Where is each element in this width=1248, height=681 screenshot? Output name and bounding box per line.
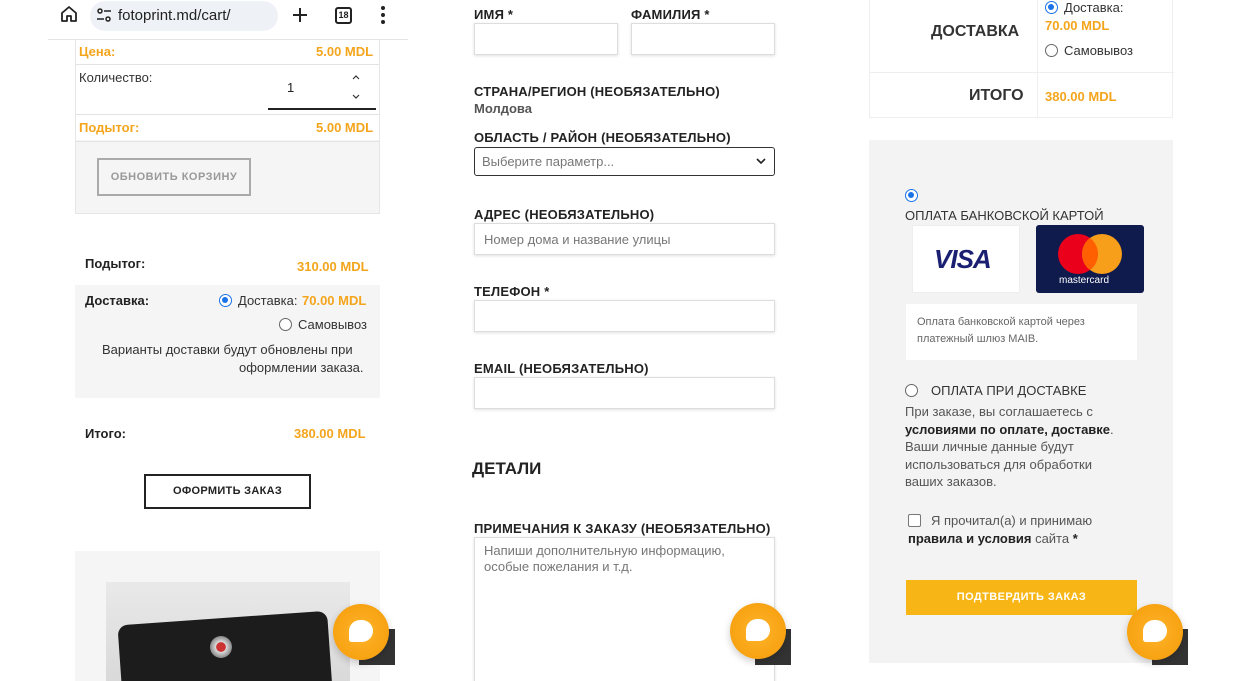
wallet-logo-image	[210, 636, 232, 658]
divider	[76, 141, 379, 142]
order-review-column: ДОСТАВКА Доставка: 70.00 MDL Самовывоз И…	[858, 0, 1208, 681]
terms-checkbox[interactable]	[908, 514, 921, 527]
terms-suffix: сайта	[1031, 531, 1073, 546]
url-text[interactable]: fotoprint.md/cart/	[118, 7, 231, 24]
new-tab-icon[interactable]	[291, 6, 309, 24]
email-field[interactable]	[474, 377, 775, 409]
quantity-value[interactable]: 1	[287, 80, 294, 95]
checkout-form-column: ИМЯ * ФАМИЛИЯ * СТРАНА/РЕГИОН (НЕОБЯЗАТЕ…	[460, 0, 805, 681]
notes-placeholder-line2: особые пожелания и т.д.	[484, 559, 633, 574]
address-field[interactable]: Номер дома и название улицы	[474, 223, 775, 255]
price-value: 5.00 MDL	[316, 44, 374, 59]
review-pickup-option[interactable]: Самовывоз	[1064, 43, 1133, 58]
chat-icon	[1143, 620, 1167, 642]
card-info-line2: платежный шлюз MAIB.	[917, 333, 1039, 345]
shipping-pickup-radio[interactable]	[279, 318, 292, 331]
cod-payment-radio[interactable]	[905, 384, 918, 397]
browser-toolbar: fotoprint.md/cart/ 18	[48, 0, 408, 40]
shipping-label: Доставка:	[85, 293, 150, 308]
phone-field[interactable]	[474, 300, 775, 332]
divider	[76, 64, 379, 65]
shipping-delivery-price: 70.00 MDL	[302, 293, 367, 308]
privacy-policy-link[interactable]: условиями по оплате, доставке	[905, 422, 1110, 437]
first-name-field[interactable]	[474, 23, 618, 55]
region-select[interactable]: Выберите параметр...	[474, 147, 775, 176]
chat-icon	[746, 619, 770, 641]
email-label: EMAIL (НЕОБЯЗАТЕЛЬНО)	[474, 361, 649, 376]
item-subtotal-label: Подытог:	[79, 120, 140, 135]
cod-payment-option[interactable]: ОПЛАТА ПРИ ДОСТАВКЕ	[931, 383, 1086, 398]
region-label: ОБЛАСТЬ / РАЙОН (НЕОБЯЗАТЕЛЬНО)	[474, 130, 731, 145]
cart-total-value: 380.00 MDL	[294, 426, 366, 441]
delivery-label: ДОСТАВКА	[931, 23, 1020, 40]
site-settings-icon[interactable]	[96, 7, 112, 23]
details-heading: ДЕТАЛИ	[472, 459, 542, 478]
mastercard-logo-text: mastercard	[1059, 275, 1110, 286]
more-menu-icon[interactable]	[380, 5, 386, 25]
terms-required-mark: *	[1072, 531, 1078, 546]
mastercard-logo: mastercard	[1036, 225, 1144, 293]
divider	[76, 114, 379, 115]
terms-link[interactable]: правила и условия	[908, 531, 1031, 546]
card-payment-info: Оплата банковской картой через платежный…	[906, 304, 1137, 360]
confirm-order-button[interactable]: ПОДТВЕРДИТЬ ЗАКАЗ	[906, 580, 1137, 615]
last-name-field[interactable]	[631, 23, 775, 55]
order-notes-label: ПРИМЕЧАНИЯ К ЗАКАЗУ (НЕОБЯЗАТЕЛЬНО)	[474, 521, 771, 536]
country-label: СТРАНА/РЕГИОН (НЕОБЯЗАТЕЛЬНО)	[474, 84, 720, 99]
review-delivery-price: 70.00 MDL	[1045, 18, 1110, 33]
chat-button[interactable]	[1127, 604, 1183, 660]
quantity-label: Количество:	[79, 70, 153, 85]
terms-prefix: Я прочитал(а) и принимаю	[931, 513, 1093, 528]
review-total-label: ИТОГО	[969, 87, 1024, 104]
review-delivery-radio[interactable]	[1045, 1, 1058, 14]
cart-subtotal-label: Подытог:	[85, 256, 146, 271]
privacy-text: При заказе, вы соглашаетесь с условиями …	[905, 403, 1145, 491]
last-name-label: ФАМИЛИЯ *	[631, 7, 710, 22]
quantity-stepper[interactable]: 1	[268, 68, 376, 110]
cart-total-label: Итого:	[85, 426, 126, 441]
chat-icon	[349, 620, 373, 642]
card-payment-radio[interactable]	[905, 189, 918, 202]
card-info-line1: Оплата банковской картой через	[917, 316, 1085, 328]
card-payment-option[interactable]: ОПЛАТА БАНКОВСКОЙ КАРТОЙ	[905, 208, 1104, 223]
privacy-line3: Ваши личные данные будут	[905, 439, 1074, 454]
review-pickup-radio[interactable]	[1045, 44, 1058, 57]
tabs-count-button[interactable]: 18	[335, 7, 352, 24]
privacy-line1: При заказе, вы соглашаетесь с	[905, 404, 1093, 419]
home-icon[interactable]	[60, 5, 78, 23]
visa-logo: VISA	[912, 225, 1020, 293]
update-cart-button[interactable]: ОБНОВИТЬ КОРЗИНУ	[97, 158, 251, 196]
notes-placeholder-line1: Напиши дополнительную информацию,	[484, 543, 725, 558]
shipping-pickup-option[interactable]: Самовывоз	[298, 317, 367, 332]
mastercard-circles-icon	[1058, 234, 1122, 274]
order-notes-field[interactable]: Напиши дополнительную информацию, особые…	[474, 537, 775, 681]
shipping-delivery-radio[interactable]	[219, 294, 232, 307]
chat-button[interactable]	[333, 604, 389, 660]
shipping-delivery-option[interactable]: Доставка:	[238, 293, 297, 308]
chevron-down-icon	[756, 158, 766, 165]
cart-column: fotoprint.md/cart/ 18 Цена: 5.00 MDL Кол…	[48, 0, 408, 681]
checkout-button[interactable]: ОФОРМИТЬ ЗАКАЗ	[144, 474, 311, 509]
address-label: АДРЕС (НЕОБЯЗАТЕЛЬНО)	[474, 207, 655, 222]
region-select-value[interactable]: Выберите параметр...	[482, 154, 614, 169]
increment-icon[interactable]	[352, 74, 360, 80]
shipping-note-line2: оформлении заказа.	[239, 360, 364, 375]
price-label: Цена:	[79, 44, 116, 59]
first-name-label: ИМЯ *	[474, 7, 514, 22]
review-delivery-option[interactable]: Доставка:	[1064, 0, 1123, 15]
privacy-period: .	[1110, 421, 1114, 437]
visa-logo-text: VISA	[934, 244, 992, 274]
country-value: Молдова	[474, 101, 532, 116]
privacy-line4: использоваться для обработки	[905, 456, 1092, 472]
phone-label: ТЕЛЕФОН *	[474, 284, 550, 299]
chat-button[interactable]	[730, 603, 786, 659]
product-image[interactable]	[106, 582, 350, 681]
terms-line2: правила и условия сайта *	[908, 531, 1078, 546]
privacy-line5: ваших заказов.	[905, 474, 997, 489]
shipping-note-line1: Варианты доставки будут обновлены при	[102, 342, 353, 357]
decrement-icon[interactable]	[352, 94, 360, 100]
review-total-value: 380.00 MDL	[1045, 89, 1117, 104]
cart-subtotal-value: 310.00 MDL	[297, 259, 369, 274]
item-subtotal-value: 5.00 MDL	[316, 120, 374, 135]
